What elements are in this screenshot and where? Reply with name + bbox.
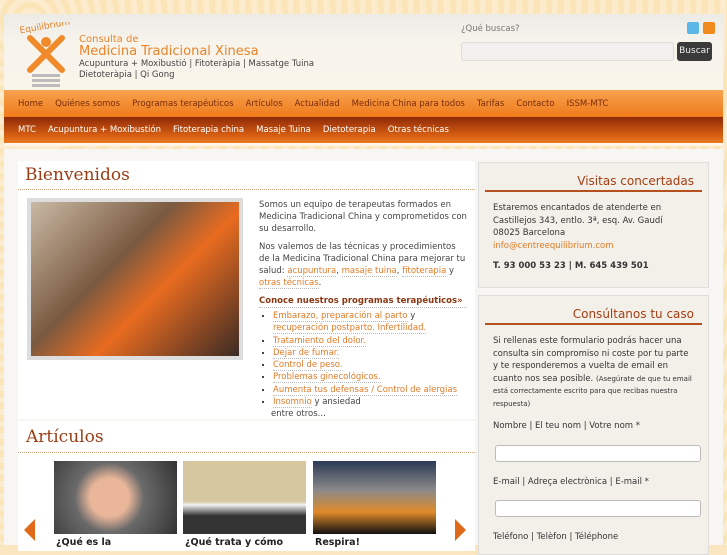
list-item: Insomnio y ansiedad	[273, 396, 467, 409]
nav-home[interactable]: Home	[18, 99, 43, 109]
nav-fitoterapia[interactable]: Fitoterapia china	[173, 125, 244, 135]
article-thumbnail[interactable]	[313, 461, 436, 534]
brand-title: Medicina Tradicional Xinesa	[79, 44, 259, 59]
list-item: Dejar de fumar.	[273, 347, 467, 359]
link-otras-tecnicas[interactable]: otras técnicas	[259, 278, 319, 289]
next-arrow-icon[interactable]	[455, 519, 466, 541]
link-fitoterapia[interactable]: fitoterapia	[402, 266, 447, 277]
article-title[interactable]: ¿Qué trata y cómo	[185, 537, 283, 548]
secondary-nav: MTC Acupuntura + Moxibustión Fitoterapia…	[4, 117, 723, 146]
nav-actualidad[interactable]: Actualidad	[295, 99, 340, 109]
articles-section: Artículos ¿Qué es la ¿Qué trata y cómo R…	[18, 421, 475, 551]
program-link[interactable]: Dejar de fumar.	[273, 347, 340, 359]
article-thumbnail[interactable]	[54, 461, 177, 534]
equilibrium-logo[interactable]: Equilibrium	[18, 22, 76, 88]
search-label: ¿Qué buscas?	[461, 24, 520, 34]
list-item: Control de peso.	[273, 359, 467, 372]
nav-quienes-somos[interactable]: Quiénes somos	[55, 99, 120, 109]
other-text: entre otros...	[271, 409, 326, 420]
sep: y	[446, 266, 455, 276]
social-links	[687, 22, 715, 34]
twitter-icon[interactable]	[687, 22, 699, 34]
program-link[interactable]: Aumenta tus defensas / Control de alergi…	[273, 384, 458, 396]
link-masaje-tuina[interactable]: masaje tuina	[341, 266, 397, 277]
address-line: Estaremos encantados de atenderte en	[493, 203, 662, 213]
brand-line: Acupuntura + Moxibustió | Fitoteràpia | …	[79, 59, 315, 69]
phone-label: Teléfono | Telèfon | Téléphone	[493, 532, 619, 542]
programs-link[interactable]: Conoce nuestros programas terapéuticos»	[259, 295, 467, 308]
welcome-section: Bienvenidos Somos un equipo de terapeuta…	[18, 161, 475, 419]
sep: y	[407, 311, 416, 321]
contact-title: Consúltanos tu caso	[485, 296, 702, 325]
prev-arrow-icon[interactable]	[24, 519, 35, 541]
welcome-title: Bienvenidos	[25, 165, 130, 185]
program-link[interactable]: Problemas ginecológicos.	[273, 372, 381, 384]
article-title[interactable]: Respira!	[315, 537, 360, 548]
email-label: E-mail | Adreça electrònica | E-mail *	[493, 476, 649, 487]
programs-list: Embarazo, preparación al parto y recuper…	[259, 310, 467, 409]
list-item: Problemas ginecológicos.	[273, 371, 467, 384]
rss-icon[interactable]	[703, 22, 715, 34]
nav-issm-mtc[interactable]: ISSM-MTC	[567, 99, 609, 109]
nav-contacto[interactable]: Contacto	[516, 99, 554, 109]
nav-programas[interactable]: Programas terapéuticos	[132, 99, 233, 109]
nav-otras-tecnicas[interactable]: Otras técnicas	[388, 125, 449, 135]
nav-tarifas[interactable]: Tarifas	[477, 99, 504, 109]
contact-box: Consúltanos tu caso Si rellenas este for…	[478, 295, 709, 555]
nav-masaje-tuina[interactable]: Masaje Tuina	[256, 125, 311, 135]
nav-articulos[interactable]: Artículos	[246, 99, 283, 109]
address-line: 08025 Barcelona	[493, 228, 566, 238]
nav-medicina-china[interactable]: Medicina China para todos	[352, 99, 465, 109]
divider	[18, 189, 475, 190]
list-item: Tratamiento del dolor.	[273, 335, 467, 347]
address-line: Castillejos 343, entlo. 3ª, esq. Av. Gau…	[493, 215, 663, 226]
main-content: Bienvenidos Somos un equipo de terapeuta…	[4, 149, 723, 555]
articles-title: Artículos	[26, 427, 104, 447]
program-link[interactable]: Tratamiento del dolor.	[273, 335, 366, 347]
divider	[18, 452, 475, 453]
program-link[interactable]: recuperación postparto. Infertilidad.	[273, 323, 427, 335]
sep: ,	[336, 266, 342, 276]
list-item: Embarazo, preparación al parto y recuper…	[273, 310, 467, 335]
search-input[interactable]	[461, 42, 674, 61]
email-input[interactable]	[495, 500, 701, 517]
search-button[interactable]: Buscar	[677, 42, 712, 61]
welcome-text: Somos un equipo de terapeutas formados e…	[259, 199, 467, 420]
sep: y ansiedad	[311, 397, 361, 408]
list-item: Aumenta tus defensas / Control de alergi…	[273, 384, 467, 396]
sep: .	[318, 278, 322, 288]
svg-text:Equilibrium: Equilibrium	[19, 22, 71, 36]
nav-mtc[interactable]: MTC	[18, 125, 36, 135]
article-thumbnail[interactable]	[183, 461, 306, 534]
visits-title: Visitas concertadas	[485, 163, 702, 192]
brand-line: Dietoteràpia | Qi Gong	[79, 70, 175, 80]
link-acupuntura[interactable]: acupuntura	[287, 266, 337, 277]
name-label: Nombre | El teu nom | Votre nom *	[493, 421, 641, 431]
phone-numbers: T. 93 000 53 23 | M. 645 439 501	[493, 261, 649, 271]
program-link[interactable]: Embarazo, preparación al parto	[273, 311, 408, 322]
nav-dietoterapia[interactable]: Dietoterapia	[323, 125, 376, 135]
article-title[interactable]: ¿Qué es la	[56, 537, 111, 548]
visits-box: Visitas concertadas Estaremos encantados…	[478, 162, 709, 288]
team-photo	[27, 198, 243, 360]
intro-paragraph: Somos un equipo de terapeutas formados e…	[259, 200, 467, 234]
program-link[interactable]: Insomnio	[273, 397, 312, 409]
name-input[interactable]	[495, 444, 701, 462]
nav-acupuntura[interactable]: Acupuntura + Moxibustión	[48, 125, 161, 135]
program-link[interactable]: Control de peso.	[273, 360, 343, 372]
brand-text: Consulta de Medicina Tradicional Xinesa …	[79, 34, 314, 81]
primary-nav: Home Quiénes somos Programas terapéutico…	[4, 90, 723, 117]
email-link[interactable]: info@centreequilibrium.com	[493, 240, 694, 253]
